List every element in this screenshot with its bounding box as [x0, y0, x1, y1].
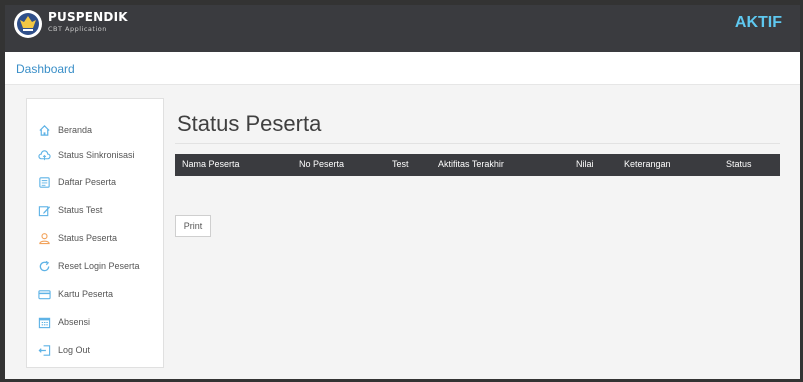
sidebar-item-status-test[interactable]: Status Test	[27, 200, 163, 220]
print-button[interactable]: Print	[175, 215, 211, 237]
brand-subtitle: CBT Application	[48, 25, 107, 33]
sidebar: Beranda Status Sinkronisasi Daftar Peser…	[26, 98, 164, 368]
user-icon	[37, 231, 51, 245]
title-divider	[175, 143, 780, 144]
column-header-keterangan: Keterangan	[624, 159, 671, 169]
cloud-icon	[37, 148, 51, 162]
puspendik-logo	[14, 10, 42, 38]
sidebar-item-beranda[interactable]: Beranda	[27, 120, 163, 140]
table-header: Nama Peserta No Peserta Test Aktifitas T…	[175, 154, 780, 176]
brand-name: PUSPENDIK	[48, 10, 128, 24]
sidebar-item-label: Log Out	[58, 345, 91, 355]
home-icon	[37, 123, 51, 137]
sidebar-item-label: Status Peserta	[58, 233, 118, 243]
refresh-icon	[37, 259, 51, 273]
sidebar-item-label: Kartu Peserta	[58, 289, 114, 299]
column-header-aktifitas-terakhir: Aktifitas Terakhir	[438, 159, 504, 169]
logout-icon	[37, 343, 51, 357]
edit-icon	[37, 203, 51, 217]
app-window: PUSPENDIK CBT Application AKTIF Dashboar…	[5, 5, 800, 379]
sidebar-item-reset-login-peserta[interactable]: Reset Login Peserta	[27, 256, 163, 276]
column-header-status: Status	[726, 159, 752, 169]
sidebar-item-daftar-peserta[interactable]: Daftar Peserta	[27, 172, 163, 192]
sidebar-item-status-sinkronisasi[interactable]: Status Sinkronisasi	[27, 145, 163, 165]
sidebar-item-label: Beranda	[58, 125, 93, 135]
sidebar-item-label: Reset Login Peserta	[58, 261, 140, 271]
calendar-icon	[37, 315, 51, 329]
breadcrumb-dashboard[interactable]: Dashboard	[16, 62, 75, 76]
status-indicator: AKTIF	[734, 14, 782, 31]
sidebar-item-label: Status Sinkronisasi	[58, 150, 135, 160]
column-header-no-peserta: No Peserta	[299, 159, 345, 169]
sidebar-item-log-out[interactable]: Log Out	[27, 340, 163, 360]
sidebar-item-absensi[interactable]: Absensi	[27, 312, 163, 332]
top-bar: PUSPENDIK CBT Application AKTIF	[5, 5, 800, 52]
sidebar-item-label: Daftar Peserta	[58, 177, 117, 187]
main-content: Status Peserta Nama Peserta No Peserta T…	[175, 98, 788, 368]
sidebar-item-kartu-peserta[interactable]: Kartu Peserta	[27, 284, 163, 304]
card-icon	[37, 287, 51, 301]
column-header-nilai: Nilai	[576, 159, 594, 169]
sidebar-item-label: Status Test	[58, 205, 103, 215]
sidebar-item-label: Absensi	[58, 317, 91, 327]
column-header-nama-peserta: Nama Peserta	[182, 159, 240, 169]
page-title: Status Peserta	[177, 111, 322, 136]
breadcrumb-bar: Dashboard	[5, 52, 800, 85]
sidebar-item-status-peserta[interactable]: Status Peserta	[27, 228, 163, 248]
document-icon	[37, 175, 51, 189]
column-header-test: Test	[392, 159, 409, 169]
